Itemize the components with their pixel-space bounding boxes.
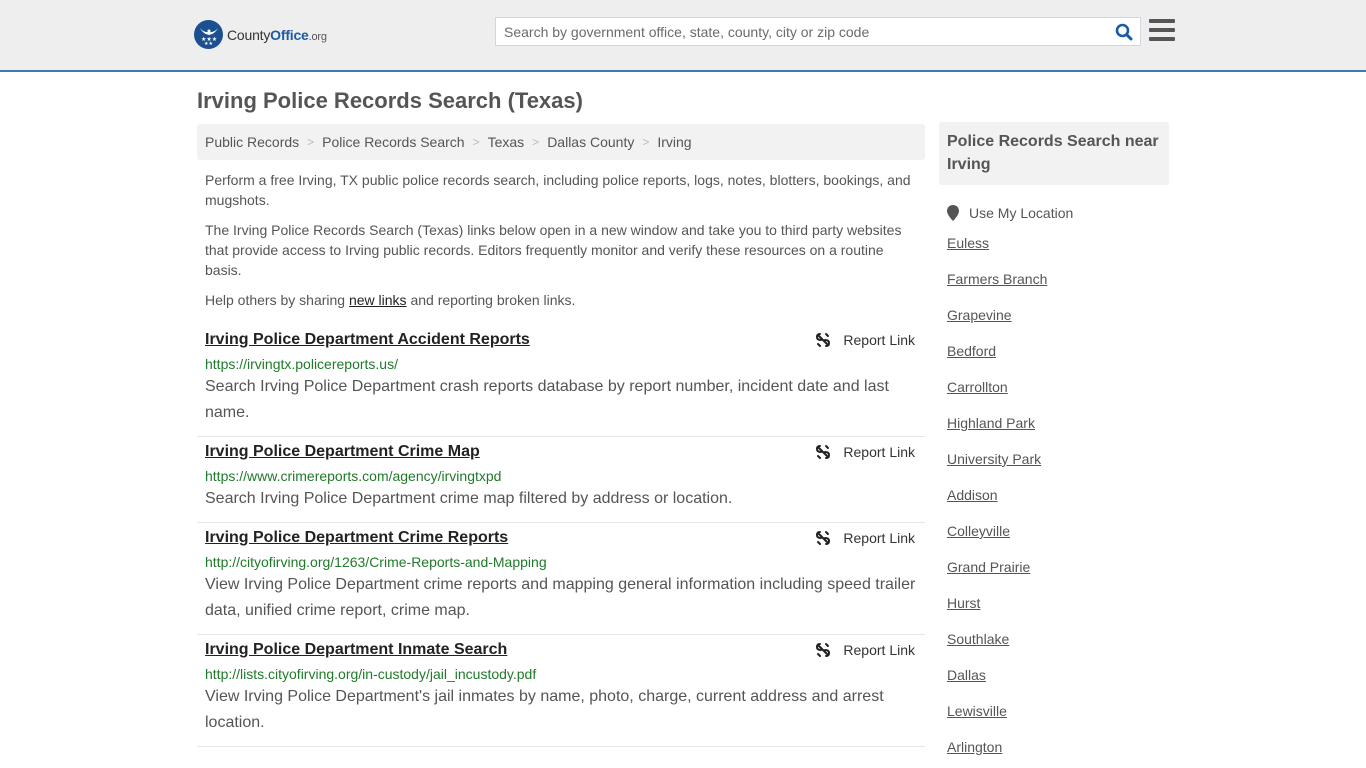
- sidebar-item-colleyville[interactable]: Colleyville: [947, 513, 1169, 549]
- hamburger-menu-icon[interactable]: [1149, 19, 1175, 41]
- use-my-location[interactable]: Use My Location: [947, 201, 1169, 225]
- breadcrumb-dallas-county[interactable]: Dallas County: [547, 134, 634, 150]
- breadcrumb: Public Records > Police Records Search >…: [197, 124, 925, 160]
- result-title-link[interactable]: Irving Police Department Crime Map: [205, 442, 480, 462]
- intro-paragraph-3: Help others by sharing new links and rep…: [205, 292, 576, 308]
- intro-text: Perform a free Irving, TX public police …: [205, 170, 920, 320]
- site-header: ★★★ ★★ CountyOffice.org: [0, 0, 1366, 72]
- result-url: http://cityofirving.org/1263/Crime-Repor…: [205, 554, 547, 570]
- result-item: Irving Police Department Crime Reports h…: [197, 523, 925, 635]
- breadcrumb-separator: >: [532, 135, 540, 149]
- intro-paragraph-1: Perform a free Irving, TX public police …: [205, 172, 911, 208]
- sidebar-item-university-park[interactable]: University Park: [947, 441, 1169, 477]
- breadcrumb-public-records[interactable]: Public Records: [205, 134, 299, 150]
- report-link-button[interactable]: Report Link: [815, 530, 915, 546]
- eagle-stars-icon: ★★★ ★★: [194, 20, 223, 49]
- result-description: Search Irving Police Department crime ma…: [205, 490, 733, 507]
- result-item: Irving Police Department Inmate Search h…: [197, 635, 925, 747]
- result-description: Search Irving Police Department crash re…: [205, 378, 889, 421]
- logo-wordmark: CountyOffice.org: [227, 26, 327, 43]
- breadcrumb-separator: >: [472, 135, 480, 149]
- new-links-link[interactable]: new links: [349, 292, 407, 308]
- sidebar-item-farmers-branch[interactable]: Farmers Branch: [947, 261, 1169, 297]
- sidebar-item-carrollton[interactable]: Carrollton: [947, 369, 1169, 405]
- result-item: Irving Police Department Accident Report…: [197, 325, 925, 437]
- sidebar-item-euless[interactable]: Euless: [947, 225, 1169, 261]
- nearby-sidebar: Police Records Search near Irving Use My…: [939, 122, 1169, 765]
- report-link-button[interactable]: Report Link: [815, 332, 915, 348]
- result-url: https://www.crimereports.com/agency/irvi…: [205, 468, 502, 484]
- result-url: https://irvingtx.policereports.us/: [205, 356, 398, 372]
- nearby-cities-list: Use My Location Euless Farmers Branch Gr…: [939, 201, 1169, 765]
- sidebar-item-lewisville[interactable]: Lewisville: [947, 693, 1169, 729]
- site-logo[interactable]: ★★★ ★★ CountyOffice.org: [194, 20, 327, 49]
- sidebar-item-highland-park[interactable]: Highland Park: [947, 405, 1169, 441]
- broken-link-icon: [816, 445, 831, 459]
- result-title-link[interactable]: Irving Police Department Accident Report…: [205, 330, 530, 350]
- sidebar-item-arlington[interactable]: Arlington: [947, 729, 1169, 765]
- search-button[interactable]: [1108, 18, 1140, 45]
- result-title-link[interactable]: Irving Police Department Inmate Search: [205, 640, 507, 660]
- page-title: Irving Police Records Search (Texas): [197, 88, 583, 113]
- sidebar-item-southlake[interactable]: Southlake: [947, 621, 1169, 657]
- breadcrumb-separator: >: [307, 135, 315, 149]
- intro-paragraph-2: The Irving Police Records Search (Texas)…: [205, 222, 902, 278]
- sidebar-heading: Police Records Search near Irving: [939, 122, 1169, 185]
- result-description: View Irving Police Department's jail inm…: [205, 688, 884, 731]
- sidebar-item-dallas[interactable]: Dallas: [947, 657, 1169, 693]
- breadcrumb-separator: >: [642, 135, 650, 149]
- breadcrumb-police-records-search[interactable]: Police Records Search: [322, 134, 464, 150]
- result-description: View Irving Police Department crime repo…: [205, 576, 916, 619]
- broken-link-icon: [816, 531, 831, 545]
- sidebar-item-addison[interactable]: Addison: [947, 477, 1169, 513]
- sidebar-item-grand-prairie[interactable]: Grand Prairie: [947, 549, 1169, 585]
- breadcrumb-texas[interactable]: Texas: [488, 134, 525, 150]
- report-link-button[interactable]: Report Link: [815, 444, 915, 460]
- results-list: Irving Police Department Accident Report…: [197, 325, 925, 747]
- sidebar-item-grapevine[interactable]: Grapevine: [947, 297, 1169, 333]
- map-pin-icon: [947, 205, 959, 221]
- broken-link-icon: [816, 333, 831, 347]
- result-url: http://lists.cityofirving.org/in-custody…: [205, 666, 537, 682]
- search-input[interactable]: [496, 18, 1108, 45]
- sidebar-item-hurst[interactable]: Hurst: [947, 585, 1169, 621]
- broken-link-icon: [816, 643, 831, 657]
- report-link-button[interactable]: Report Link: [815, 642, 915, 658]
- result-title-link[interactable]: Irving Police Department Crime Reports: [205, 528, 508, 548]
- svg-text:★★: ★★: [204, 41, 213, 45]
- sidebar-item-bedford[interactable]: Bedford: [947, 333, 1169, 369]
- result-item: Irving Police Department Crime Map https…: [197, 437, 925, 523]
- breadcrumb-irving[interactable]: Irving: [657, 134, 691, 150]
- search-icon: [1115, 23, 1133, 40]
- use-my-location-link[interactable]: Use My Location: [969, 205, 1073, 221]
- site-search: [495, 17, 1141, 46]
